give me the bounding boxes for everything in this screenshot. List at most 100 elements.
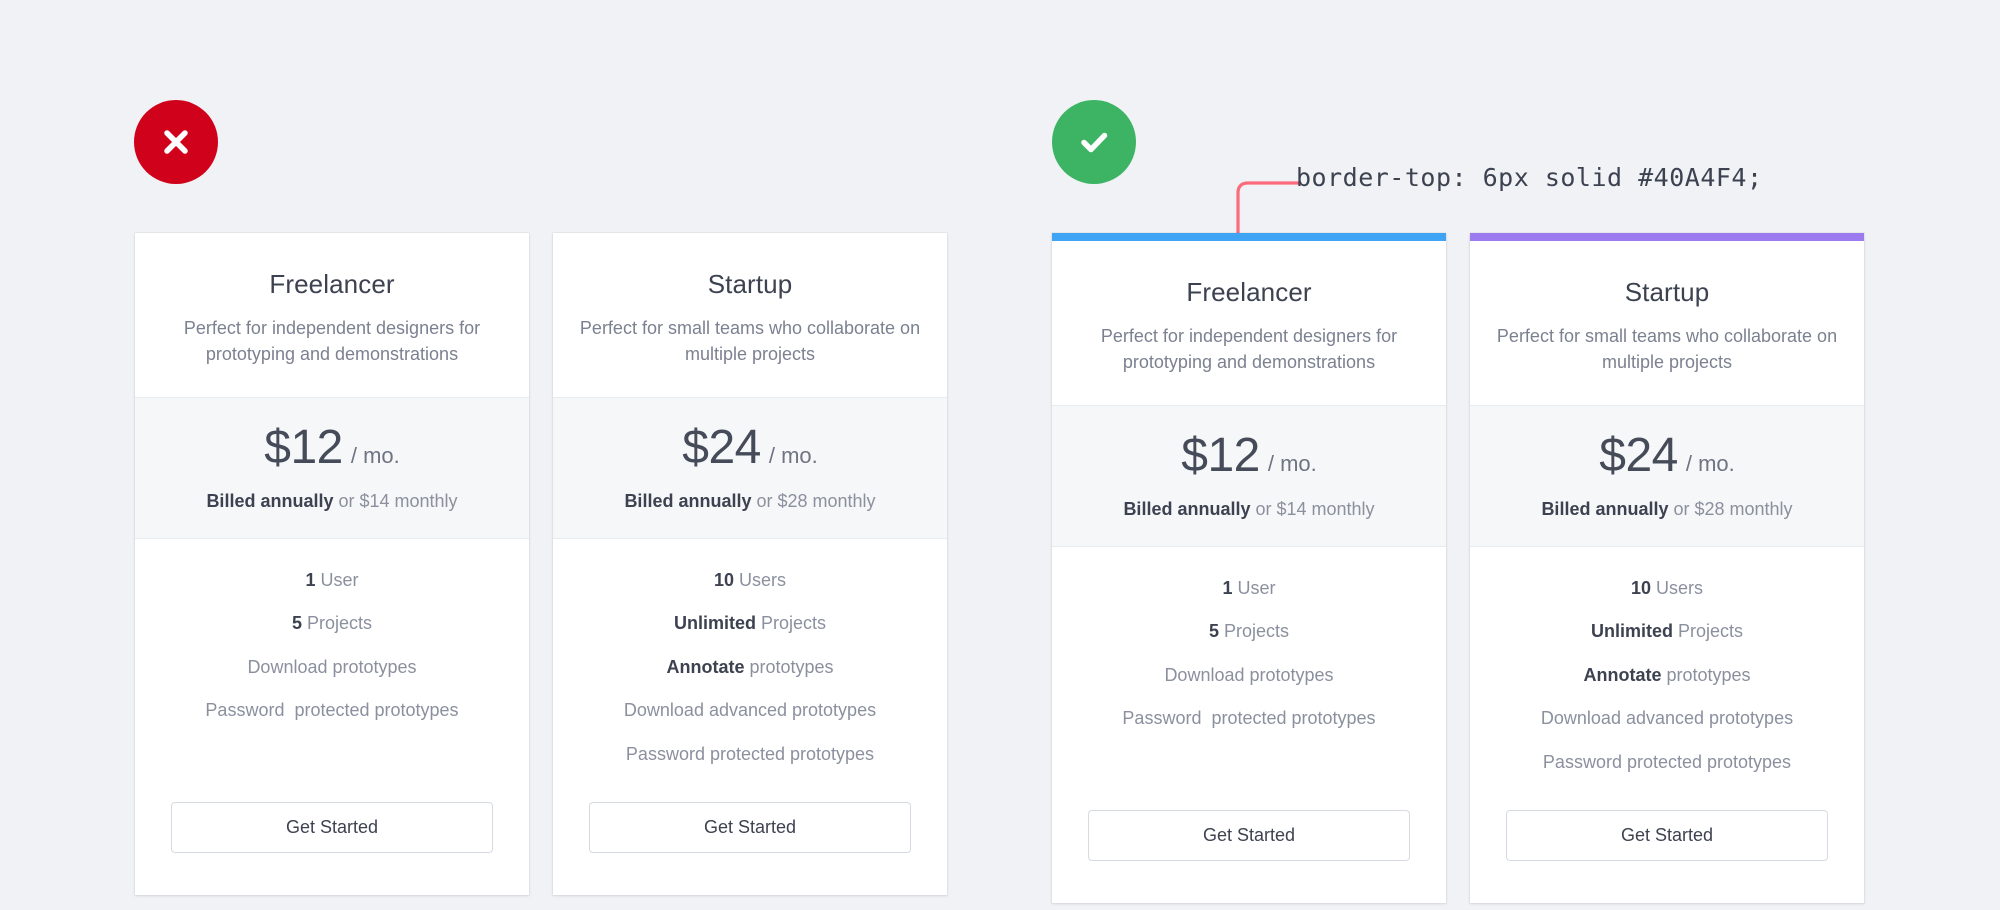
comparison-stage: border-top: 6px solid #40A4F4; Freelance…	[0, 0, 2000, 910]
billing-strong: Billed annually	[1123, 499, 1251, 520]
feature-strong: Unlimited	[673, 613, 756, 634]
feature-item: Unlimited Projects	[1490, 620, 1844, 643]
price-row: $24 / mo.	[573, 420, 927, 475]
price-row: $12 / mo.	[155, 420, 509, 475]
card-feature-list: 10 Users Unlimited Projects Annotate pro…	[553, 539, 947, 784]
price-amount: $12	[264, 421, 343, 475]
card-cta-area: Get Started	[1052, 792, 1446, 903]
billing-note: Billed annually or $14 monthly	[155, 491, 509, 512]
card-price-section: $24 / mo. Billed annually or $28 monthly	[1470, 405, 1864, 548]
feature-rest: Download prototypes	[1164, 664, 1334, 685]
pricing-card-freelancer-plain[interactable]: Freelancer Perfect for independent desig…	[135, 233, 529, 896]
card-header: Startup Perfect for small teams who coll…	[553, 233, 947, 397]
billing-strong: Billed annually	[206, 491, 334, 512]
card-feature-list: 1 User 5 Projects Download prototypes Pa…	[135, 539, 529, 784]
feature-item: 5 Projects	[1072, 620, 1426, 643]
pricing-group-with-border: Freelancer Perfect for independent desig…	[1052, 233, 1864, 904]
plan-tagline: Perfect for independent designers for pr…	[1100, 326, 1398, 372]
price-amount: $24	[1599, 429, 1678, 483]
check-circle-icon	[1052, 100, 1136, 184]
feature-item: Password protected prototypes	[573, 743, 927, 766]
billing-note: Billed annually or $14 monthly	[1072, 499, 1426, 520]
billing-note: Billed annually or $28 monthly	[573, 491, 927, 512]
feature-rest: Projects	[755, 613, 827, 634]
price-period: / mo.	[1685, 451, 1735, 477]
feature-strong: 1	[305, 570, 316, 591]
feature-rest: Password protected prototypes	[625, 743, 875, 764]
price-period: / mo.	[768, 443, 818, 469]
feature-rest: prototypes	[1661, 664, 1751, 685]
pricing-card-startup-bordered[interactable]: Startup Perfect for small teams who coll…	[1470, 233, 1864, 904]
card-header: Freelancer Perfect for independent desig…	[1052, 241, 1446, 405]
plan-tagline: Perfect for small teams who collaborate …	[579, 318, 921, 364]
feature-strong: Annotate	[1583, 664, 1662, 685]
feature-item: 10 Users	[573, 569, 927, 592]
plan-tagline: Perfect for small teams who collaborate …	[1496, 326, 1838, 372]
pricing-card-startup-plain[interactable]: Startup Perfect for small teams who coll…	[553, 233, 947, 896]
price-row: $24 / mo.	[1490, 428, 1844, 483]
feature-rest: Users	[1651, 578, 1704, 599]
get-started-button[interactable]: Get Started	[171, 802, 493, 854]
feature-rest: Password protected prototypes	[205, 700, 459, 721]
feature-item: 10 Users	[1490, 577, 1844, 600]
pricing-card-freelancer-bordered[interactable]: Freelancer Perfect for independent desig…	[1052, 233, 1446, 904]
card-cta-area: Get Started	[135, 784, 529, 895]
feature-rest: Users	[734, 570, 787, 591]
feature-rest: Projects	[1218, 621, 1290, 642]
card-price-section: $12 / mo. Billed annually or $14 monthly	[135, 397, 529, 540]
feature-item: Password protected prototypes	[1490, 751, 1844, 774]
plan-name: Freelancer	[1186, 277, 1312, 307]
feature-strong: 10	[713, 570, 734, 591]
feature-item: Download prototypes	[1072, 664, 1426, 687]
feature-item: Download advanced prototypes	[573, 699, 927, 722]
price-period: / mo.	[1267, 451, 1317, 477]
cross-circle-icon	[134, 100, 218, 184]
card-cta-area: Get Started	[553, 784, 947, 895]
feature-strong: 10	[1630, 578, 1651, 599]
card-top-rule-blue	[1052, 233, 1446, 241]
get-started-button[interactable]: Get Started	[1088, 810, 1410, 862]
pricing-group-without-border: Freelancer Perfect for independent desig…	[135, 233, 947, 896]
get-started-button[interactable]: Get Started	[1506, 810, 1828, 862]
feature-item: Password protected prototypes	[155, 699, 509, 722]
feature-item: Download prototypes	[155, 656, 509, 679]
card-header: Startup Perfect for small teams who coll…	[1470, 241, 1864, 405]
feature-rest: Password protected prototypes	[1542, 751, 1792, 772]
feature-item: 1 User	[155, 569, 509, 592]
feature-item: Annotate prototypes	[573, 656, 927, 679]
feature-rest: User	[1232, 578, 1276, 599]
feature-item: Annotate prototypes	[1490, 664, 1844, 687]
billing-strong: Billed annually	[624, 491, 752, 512]
feature-strong: Annotate	[666, 656, 745, 677]
card-price-section: $12 / mo. Billed annually or $14 monthly	[1052, 405, 1446, 548]
feature-rest: User	[315, 570, 359, 591]
feature-item: Password protected prototypes	[1072, 707, 1426, 730]
billing-rest: or $14 monthly	[333, 491, 458, 512]
feature-strong: 5	[291, 613, 302, 634]
card-top-rule-purple	[1470, 233, 1864, 241]
feature-rest: Download prototypes	[247, 656, 417, 677]
price-row: $12 / mo.	[1072, 428, 1426, 483]
billing-rest: or $14 monthly	[1250, 499, 1375, 520]
billing-rest: or $28 monthly	[751, 491, 876, 512]
billing-strong: Billed annually	[1541, 499, 1669, 520]
feature-item: 5 Projects	[155, 612, 509, 635]
billing-rest: or $28 monthly	[1668, 499, 1793, 520]
feature-rest: Projects	[301, 613, 373, 634]
feature-rest: Projects	[1672, 621, 1744, 642]
price-period: / mo.	[350, 443, 400, 469]
billing-note: Billed annually or $28 monthly	[1490, 499, 1844, 520]
feature-rest: prototypes	[744, 656, 834, 677]
plan-name: Freelancer	[269, 269, 395, 299]
price-amount: $12	[1181, 429, 1260, 483]
plan-name: Startup	[1624, 277, 1710, 307]
get-started-button[interactable]: Get Started	[589, 802, 911, 854]
feature-item: 1 User	[1072, 577, 1426, 600]
feature-item: Download advanced prototypes	[1490, 707, 1844, 730]
feature-rest: Download advanced prototypes	[623, 700, 877, 721]
plan-name: Startup	[707, 269, 793, 299]
price-amount: $24	[682, 421, 761, 475]
feature-strong: Unlimited	[1590, 621, 1673, 642]
card-feature-list: 10 Users Unlimited Projects Annotate pro…	[1470, 547, 1864, 792]
card-price-section: $24 / mo. Billed annually or $28 monthly	[553, 397, 947, 540]
